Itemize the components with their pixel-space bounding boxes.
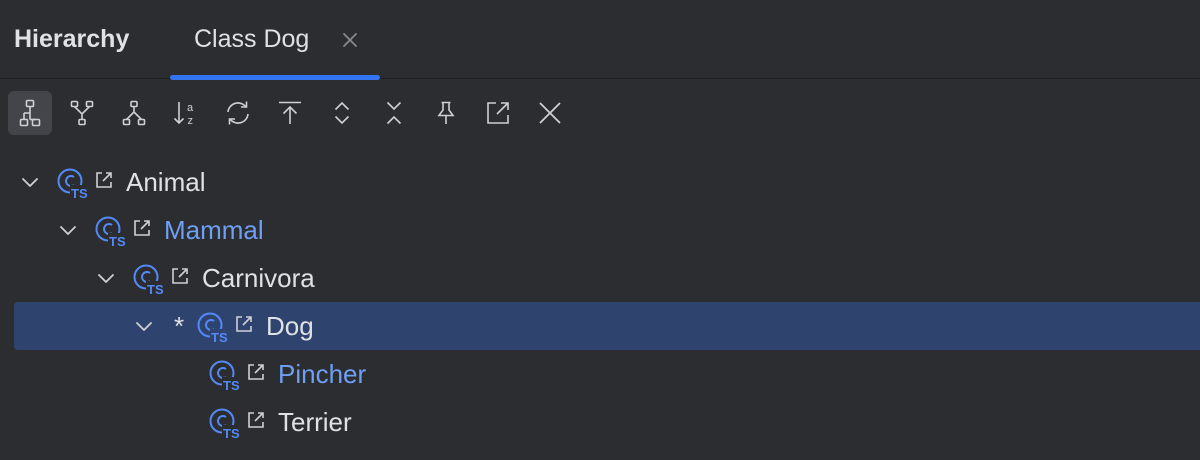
tree-node-pincher[interactable]: TS Pincher bbox=[14, 350, 1200, 398]
typescript-class-icon: TS bbox=[57, 168, 90, 201]
svg-text:z: z bbox=[188, 115, 194, 127]
open-in-new-tab-button[interactable] bbox=[476, 91, 520, 135]
supertypes-hierarchy-button[interactable] bbox=[60, 91, 104, 135]
typescript-class-icon: TS bbox=[209, 408, 242, 441]
active-tab-indicator bbox=[170, 75, 380, 80]
typescript-class-icon: TS bbox=[95, 216, 128, 249]
class-hierarchy-button[interactable] bbox=[8, 91, 52, 135]
current-class-marker: * bbox=[174, 311, 185, 341]
chevron-down-icon[interactable] bbox=[18, 170, 42, 194]
tree-node-label: Mammal bbox=[164, 215, 264, 245]
typescript-class-icon: TS bbox=[209, 360, 242, 393]
chevron-down-icon[interactable] bbox=[132, 314, 156, 338]
subtypes-hierarchy-button[interactable] bbox=[112, 91, 156, 135]
external-link-icon bbox=[248, 412, 264, 428]
typescript-class-icon: TS bbox=[133, 264, 166, 297]
tree-node-carnivora[interactable]: TS Carnivora bbox=[14, 254, 1200, 302]
scope-base-icon bbox=[279, 101, 301, 124]
supertypes-hierarchy-icon bbox=[70, 100, 94, 126]
svg-text:TS: TS bbox=[71, 186, 88, 201]
svg-text:TS: TS bbox=[211, 330, 228, 345]
tree-node-dog[interactable]: * TS Dog bbox=[14, 302, 1200, 350]
external-link-icon bbox=[96, 172, 112, 188]
close-tab-icon[interactable] bbox=[338, 28, 362, 52]
tree-node-terrier[interactable]: TS Terrier bbox=[14, 398, 1200, 446]
svg-text:a: a bbox=[187, 102, 194, 114]
tab-label: Class Dog bbox=[194, 25, 310, 53]
refresh-icon bbox=[227, 101, 249, 125]
chevron-down-icon[interactable] bbox=[56, 218, 80, 242]
class-hierarchy-icon bbox=[19, 99, 41, 127]
svg-text:TS: TS bbox=[223, 426, 240, 441]
pin-tab-button[interactable] bbox=[424, 91, 468, 135]
refresh-button[interactable] bbox=[216, 91, 260, 135]
svg-text:TS: TS bbox=[223, 378, 240, 393]
external-link-icon bbox=[248, 364, 264, 380]
svg-text:TS: TS bbox=[109, 234, 126, 249]
base-on-this-class-button[interactable] bbox=[268, 91, 312, 135]
open-in-new-tab-icon bbox=[487, 102, 509, 124]
tree-node-label: Animal bbox=[126, 167, 206, 197]
tree-node-label: Carnivora bbox=[202, 263, 315, 293]
external-link-icon bbox=[236, 316, 252, 332]
hierarchy-panel: Hierarchy Class Dog a z TS Animal TS Mam… bbox=[0, 0, 1200, 460]
tree-node-animal[interactable]: TS Animal bbox=[14, 158, 1200, 206]
svg-text:TS: TS bbox=[147, 282, 164, 297]
tree-node-label: Terrier bbox=[278, 407, 352, 437]
external-link-icon bbox=[134, 220, 150, 236]
close-panel-button[interactable] bbox=[528, 91, 572, 135]
sort-alphabetically-icon: a z bbox=[173, 102, 194, 127]
close-icon bbox=[539, 102, 561, 124]
pin-icon bbox=[437, 101, 455, 124]
typescript-class-icon: TS bbox=[197, 312, 230, 345]
subtypes-hierarchy-icon bbox=[122, 100, 146, 126]
collapse-all-icon bbox=[386, 101, 402, 125]
panel-header: Hierarchy Class Dog bbox=[0, 0, 1200, 80]
tree-node-mammal[interactable]: TS Mammal bbox=[14, 206, 1200, 254]
tab-class-dog[interactable]: Class Dog bbox=[170, 0, 380, 80]
collapse-all-button[interactable] bbox=[372, 91, 416, 135]
chevron-down-icon[interactable] bbox=[94, 266, 118, 290]
external-link-icon bbox=[172, 268, 188, 284]
sort-alphabetically-button[interactable]: a z bbox=[164, 91, 208, 135]
panel-title: Hierarchy bbox=[14, 25, 130, 53]
tree-node-label: Pincher bbox=[278, 359, 367, 389]
tree-node-label: Dog bbox=[266, 311, 314, 341]
expand-all-button[interactable] bbox=[320, 91, 364, 135]
expand-all-icon bbox=[334, 101, 350, 125]
